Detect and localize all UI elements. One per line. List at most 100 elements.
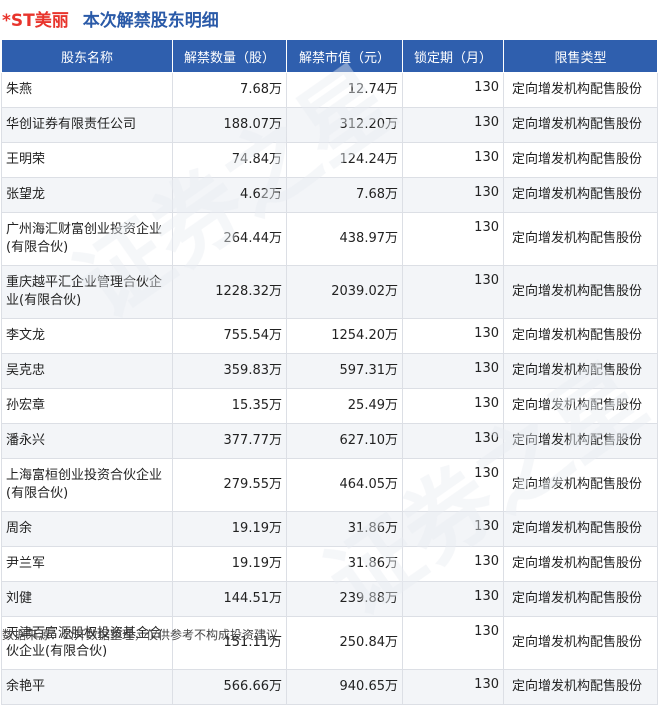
cell-lock: 130 bbox=[402, 107, 504, 143]
cell-value: 464.05万 bbox=[286, 458, 403, 512]
cell-value: 2039.02万 bbox=[286, 265, 403, 319]
cell-qty: 7.68万 bbox=[172, 72, 287, 108]
cell-lock: 130 bbox=[402, 318, 504, 354]
col-header-value: 解禁市值（元） bbox=[286, 39, 403, 73]
page-title: 本次解禁股东明细 bbox=[82, 10, 219, 31]
cell-qty: 151.11万 bbox=[172, 616, 287, 670]
table-row: 上海富桓创业投资合伙企业(有限合伙) 279.55万 464.05万 130 定… bbox=[1, 458, 658, 512]
table-row: 朱燕 7.68万 12.74万 130 定向增发机构配售股份 bbox=[1, 72, 658, 108]
cell-type: 定向增发机构配售股份 bbox=[503, 353, 658, 389]
cell-lock: 130 bbox=[402, 546, 504, 582]
cell-qty: 188.07万 bbox=[172, 107, 287, 143]
cell-value: 597.31万 bbox=[286, 353, 403, 389]
cell-type: 定向增发机构配售股份 bbox=[503, 458, 658, 512]
cell-qty: 264.44万 bbox=[172, 212, 287, 266]
cell-type: 定向增发机构配售股份 bbox=[503, 423, 658, 459]
cell-name: 周余 bbox=[1, 511, 173, 547]
cell-lock: 130 bbox=[402, 353, 504, 389]
table-row: 王明荣 74.84万 124.24万 130 定向增发机构配售股份 bbox=[1, 142, 658, 178]
cell-name: 李文龙 bbox=[1, 318, 173, 354]
cell-lock: 130 bbox=[402, 72, 504, 108]
cell-type: 定向增发机构配售股份 bbox=[503, 511, 658, 547]
cell-value: 12.74万 bbox=[286, 72, 403, 108]
col-header-qty: 解禁数量（股） bbox=[172, 39, 287, 73]
cell-name: 重庆越平汇企业管理合伙企业(有限合伙) bbox=[1, 265, 173, 319]
cell-name: 刘健 bbox=[1, 581, 173, 617]
cell-value: 124.24万 bbox=[286, 142, 403, 178]
col-header-lock: 锁定期（月） bbox=[402, 39, 504, 73]
cell-qty: 279.55万 bbox=[172, 458, 287, 512]
table-header-row: 股东名称 解禁数量（股） 解禁市值（元） 锁定期（月） 限售类型 bbox=[1, 39, 658, 73]
cell-name: 吴克忠 bbox=[1, 353, 173, 389]
cell-qty: 144.51万 bbox=[172, 581, 287, 617]
table-row: 重庆越平汇企业管理合伙企业(有限合伙) 1228.32万 2039.02万 13… bbox=[1, 265, 658, 319]
unlock-shareholder-table: 股东名称 解禁数量（股） 解禁市值（元） 锁定期（月） 限售类型 朱燕 7.68… bbox=[1, 39, 658, 705]
table-row: 尹兰军 19.19万 31.86万 130 定向增发机构配售股份 bbox=[1, 546, 658, 582]
cell-qty: 359.83万 bbox=[172, 353, 287, 389]
cell-qty: 19.19万 bbox=[172, 511, 287, 547]
cell-qty: 19.19万 bbox=[172, 546, 287, 582]
table-row: 张望龙 4.62万 7.68万 130 定向增发机构配售股份 bbox=[1, 177, 658, 213]
table-row: 李文龙 755.54万 1254.20万 130 定向增发机构配售股份 bbox=[1, 318, 658, 354]
cell-name: 天津百富源股权投资基金合伙企业(有限合伙) bbox=[1, 616, 173, 670]
cell-lock: 130 bbox=[402, 616, 504, 670]
cell-qty: 755.54万 bbox=[172, 318, 287, 354]
cell-type: 定向增发机构配售股份 bbox=[503, 546, 658, 582]
table-row: 吴克忠 359.83万 597.31万 130 定向增发机构配售股份 bbox=[1, 353, 658, 389]
cell-qty: 1228.32万 bbox=[172, 265, 287, 319]
cell-type: 定向增发机构配售股份 bbox=[503, 388, 658, 424]
cell-qty: 4.62万 bbox=[172, 177, 287, 213]
cell-lock: 130 bbox=[402, 669, 504, 705]
cell-name: 张望龙 bbox=[1, 177, 173, 213]
cell-value: 7.68万 bbox=[286, 177, 403, 213]
cell-name: 上海富桓创业投资合伙企业(有限合伙) bbox=[1, 458, 173, 512]
cell-lock: 130 bbox=[402, 142, 504, 178]
cell-name: 尹兰军 bbox=[1, 546, 173, 582]
cell-value: 31.86万 bbox=[286, 511, 403, 547]
cell-value: 438.97万 bbox=[286, 212, 403, 266]
table-row: 天津百富源股权投资基金合伙企业(有限合伙) 151.11万 250.84万 13… bbox=[1, 616, 658, 670]
cell-name: 广州海汇财富创业投资企业(有限合伙) bbox=[1, 212, 173, 266]
cell-type: 定向增发机构配售股份 bbox=[503, 581, 658, 617]
cell-value: 1254.20万 bbox=[286, 318, 403, 354]
cell-type: 定向增发机构配售股份 bbox=[503, 107, 658, 143]
cell-value: 25.49万 bbox=[286, 388, 403, 424]
cell-value: 627.10万 bbox=[286, 423, 403, 459]
table-row: 广州海汇财富创业投资企业(有限合伙) 264.44万 438.97万 130 定… bbox=[1, 212, 658, 266]
cell-type: 定向增发机构配售股份 bbox=[503, 142, 658, 178]
cell-type: 定向增发机构配售股份 bbox=[503, 616, 658, 670]
cell-qty: 74.84万 bbox=[172, 142, 287, 178]
cell-type: 定向增发机构配售股份 bbox=[503, 669, 658, 705]
table-row: 刘健 144.51万 239.88万 130 定向增发机构配售股份 bbox=[1, 581, 658, 617]
col-header-name: 股东名称 bbox=[1, 39, 173, 73]
cell-name: 华创证券有限责任公司 bbox=[1, 107, 173, 143]
cell-qty: 15.35万 bbox=[172, 388, 287, 424]
cell-type: 定向增发机构配售股份 bbox=[503, 177, 658, 213]
title-bar: *ST美丽 本次解禁股东明细 bbox=[0, 0, 660, 36]
cell-name: 潘永兴 bbox=[1, 423, 173, 459]
cell-lock: 130 bbox=[402, 177, 504, 213]
cell-type: 定向增发机构配售股份 bbox=[503, 212, 658, 266]
cell-type: 定向增发机构配售股份 bbox=[503, 72, 658, 108]
cell-type: 定向增发机构配售股份 bbox=[503, 318, 658, 354]
cell-value: 940.65万 bbox=[286, 669, 403, 705]
col-header-type: 限售类型 bbox=[503, 39, 658, 73]
table-row: 孙宏章 15.35万 25.49万 130 定向增发机构配售股份 bbox=[1, 388, 658, 424]
table-row: 华创证券有限责任公司 188.07万 312.20万 130 定向增发机构配售股… bbox=[1, 107, 658, 143]
table-row: 周余 19.19万 31.86万 130 定向增发机构配售股份 bbox=[1, 511, 658, 547]
cell-lock: 130 bbox=[402, 581, 504, 617]
cell-lock: 130 bbox=[402, 212, 504, 266]
table-row: 余艳平 566.66万 940.65万 130 定向增发机构配售股份 bbox=[1, 669, 658, 705]
cell-name: 孙宏章 bbox=[1, 388, 173, 424]
stock-name: *ST美丽 bbox=[2, 10, 69, 31]
cell-value: 31.86万 bbox=[286, 546, 403, 582]
cell-value: 250.84万 bbox=[286, 616, 403, 670]
cell-lock: 130 bbox=[402, 458, 504, 512]
cell-lock: 130 bbox=[402, 511, 504, 547]
cell-lock: 130 bbox=[402, 265, 504, 319]
data-source-note: 数据来源：公开数据整理，仅供参考不构成投资建议 bbox=[2, 628, 279, 642]
cell-value: 312.20万 bbox=[286, 107, 403, 143]
cell-lock: 130 bbox=[402, 388, 504, 424]
table-row: 潘永兴 377.77万 627.10万 130 定向增发机构配售股份 bbox=[1, 423, 658, 459]
cell-qty: 377.77万 bbox=[172, 423, 287, 459]
